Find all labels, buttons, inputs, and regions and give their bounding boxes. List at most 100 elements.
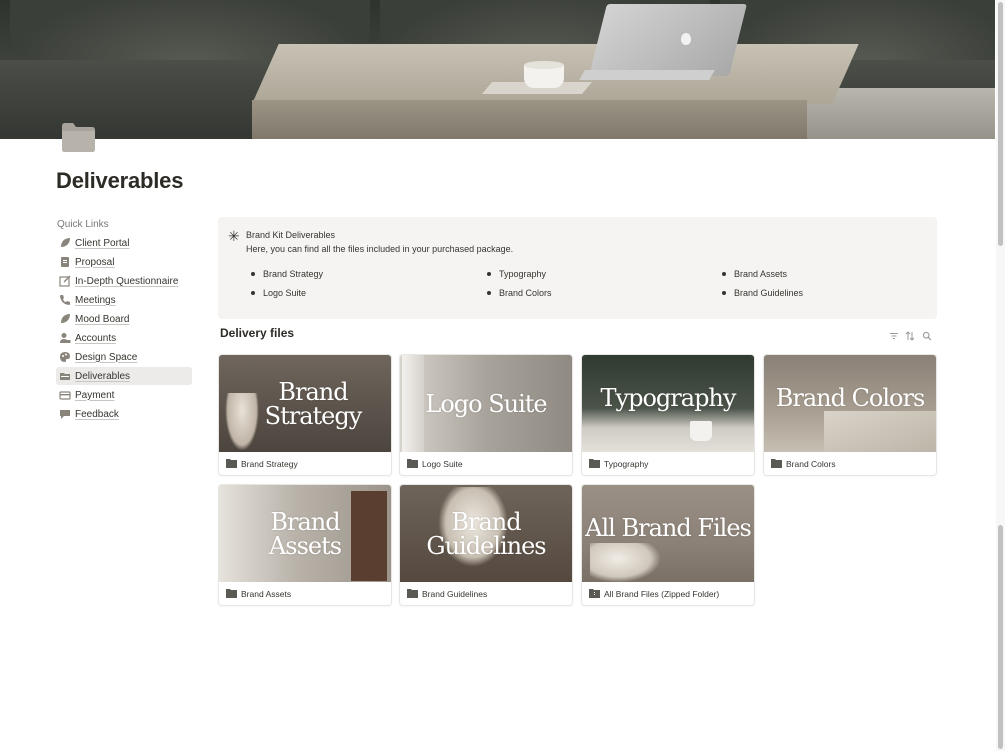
card-thumbnail-text: Logo Suite: [425, 389, 547, 418]
callout-bullet: Brand Guidelines: [722, 288, 803, 298]
callout-bullet: Brand Colors: [487, 288, 552, 298]
quick-link-payment[interactable]: Payment: [56, 386, 192, 404]
user-lock-icon: [59, 332, 71, 344]
cover-image: [0, 0, 995, 139]
card-icon: [59, 389, 71, 401]
edit-icon: [59, 275, 71, 287]
leaf-icon: [59, 237, 71, 249]
quick-link-label: Deliverables: [75, 370, 131, 382]
flower-vase-decor: [225, 393, 259, 451]
cover-laptop: [589, 4, 747, 76]
card-thumbnail-text: Brand Strategy: [264, 377, 363, 430]
card-thumbnail-text: Typography: [600, 383, 737, 412]
card-label: Typography: [604, 458, 649, 469]
callout-bullet: Typography: [487, 269, 546, 279]
card-thumbnail: Typography: [582, 355, 754, 452]
gallery-card-typography[interactable]: Typography Typography: [581, 354, 755, 476]
stairs-decor: [824, 411, 936, 452]
callout-bullet: Logo Suite: [251, 288, 306, 298]
card-label-row: Typography: [582, 452, 754, 475]
quick-link-label: Meetings: [75, 294, 116, 306]
scrollbar[interactable]: [996, 0, 1005, 751]
card-label-row: All Brand Files (Zipped Folder): [582, 582, 754, 605]
sort-icon[interactable]: [905, 328, 915, 341]
gallery-card-brand-colors[interactable]: Brand Colors Brand Colors: [763, 354, 937, 476]
gallery-card-all-brand-files[interactable]: All Brand Files All Brand Files (Zipped …: [581, 484, 755, 606]
gallery-card-brand-guidelines[interactable]: Brand Guidelines Brand Guidelines: [399, 484, 573, 606]
gallery-card-brand-assets[interactable]: Brand Assets Brand Assets: [218, 484, 392, 606]
gallery-card-brand-strategy[interactable]: Brand Strategy Brand Strategy: [218, 354, 392, 476]
bullet-dot: [251, 291, 255, 295]
search-icon[interactable]: [922, 328, 932, 341]
callout-title: Brand Kit Deliverables: [246, 230, 336, 240]
quick-links-nav: Quick Links Client Portal Proposal In-De…: [56, 217, 192, 423]
cover-laptop-base: [579, 70, 715, 80]
quick-link-label: Feedback: [75, 408, 119, 420]
bullet-dot: [722, 272, 726, 276]
scrollbar-thumb[interactable]: [998, 2, 1003, 246]
card-label: Logo Suite: [422, 458, 463, 469]
quick-link-deliverables[interactable]: Deliverables: [56, 367, 192, 385]
document-icon: [59, 256, 71, 268]
window-decor: [402, 355, 424, 452]
card-thumbnail: Brand Colors: [764, 355, 936, 452]
card-label-row: Brand Colors: [764, 452, 936, 475]
cup-decor: [690, 421, 712, 441]
quick-link-label: Mood Board: [75, 313, 130, 325]
card-label: Brand Assets: [241, 588, 292, 599]
cover-laptop-logo: [681, 33, 691, 45]
bullet-dot: [487, 291, 491, 295]
filter-icon[interactable]: [889, 328, 899, 339]
quick-link-design-space[interactable]: Design Space: [56, 348, 192, 366]
quick-links-heading: Quick Links: [57, 219, 109, 230]
quick-link-label: Design Space: [75, 351, 138, 363]
cover-cup-rim: [524, 61, 564, 69]
folder-zip-icon: [589, 589, 600, 598]
bullet-text: Typography: [499, 269, 547, 279]
quick-link-label: Accounts: [75, 332, 117, 344]
bullet-text: Brand Assets: [734, 269, 788, 279]
quick-link-meetings[interactable]: Meetings: [56, 291, 192, 309]
card-thumbnail: Brand Assets: [219, 485, 391, 582]
bullet-dot: [251, 272, 255, 276]
folder-icon[interactable]: [60, 120, 97, 154]
folder-icon: [407, 589, 418, 598]
card-thumbnail: Brand Guidelines: [400, 485, 572, 582]
quick-link-questionnaire[interactable]: In-Depth Questionnaire: [56, 272, 192, 290]
folder-icon: [771, 459, 782, 468]
quick-link-feedback[interactable]: Feedback: [56, 405, 192, 423]
card-thumbnail: Logo Suite: [400, 355, 572, 452]
scrollbar-thumb[interactable]: [998, 525, 1003, 749]
quick-link-mood-board[interactable]: Mood Board: [56, 310, 192, 328]
card-label: All Brand Files (Zipped Folder): [604, 588, 720, 599]
flower-decor: [590, 543, 660, 582]
folder-icon: [589, 459, 600, 468]
card-thumbnail-text: Brand Assets: [268, 507, 342, 560]
card-label-row: Brand Assets: [219, 582, 391, 605]
gallery-title: Delivery files: [220, 326, 295, 340]
quick-link-label: Payment: [75, 389, 115, 401]
gallery-card-logo-suite[interactable]: Logo Suite Logo Suite: [399, 354, 573, 476]
cover-table-front: [252, 100, 807, 139]
card-thumbnail-text: Brand Colors: [775, 383, 926, 412]
page-title: Deliverables: [56, 168, 184, 193]
card-label: Brand Colors: [786, 458, 836, 469]
card-label: Brand Guidelines: [422, 588, 488, 599]
quick-link-proposal[interactable]: Proposal: [56, 253, 192, 271]
card-label-row: Brand Strategy: [219, 452, 391, 475]
folder-icon: [59, 370, 71, 382]
card-thumbnail: All Brand Files: [582, 485, 754, 582]
card-label-row: Logo Suite: [400, 452, 572, 475]
chat-icon: [59, 408, 71, 420]
quick-link-client-portal[interactable]: Client Portal: [56, 234, 192, 252]
folder-icon: [226, 459, 237, 468]
bullet-text: Brand Strategy: [263, 269, 324, 279]
brand-kit-callout: ✳ Brand Kit Deliverables Here, you can f…: [218, 217, 937, 319]
card-label-row: Brand Guidelines: [400, 582, 572, 605]
card-thumbnail-text: Brand Guidelines: [426, 507, 546, 560]
quick-link-accounts[interactable]: Accounts: [56, 329, 192, 347]
card-thumbnail-text: All Brand Files: [585, 513, 752, 542]
quick-link-label: In-Depth Questionnaire: [75, 275, 179, 287]
bullet-dot: [722, 291, 726, 295]
card-label: Brand Strategy: [241, 458, 298, 469]
